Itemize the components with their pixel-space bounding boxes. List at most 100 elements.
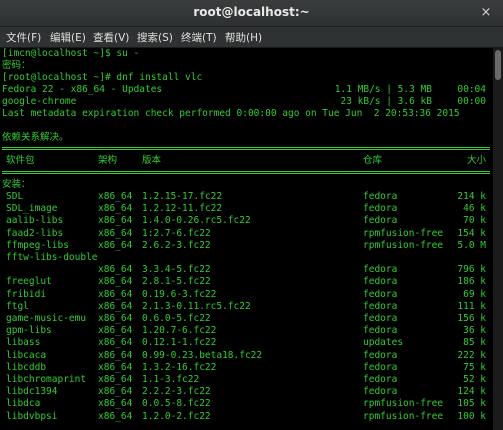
terminal-output[interactable]: [imcn@localhost ~]$ su - 密码： [root@local… bbox=[0, 48, 493, 430]
package-size: 75 k bbox=[463, 361, 486, 373]
package-row: gpm-libs x86_64 1.20.7-6.fc22 fedora 36 k bbox=[2, 325, 490, 337]
package-size: 222 k bbox=[457, 349, 486, 361]
package-name: SDL bbox=[6, 191, 24, 202]
package-name: fribidi bbox=[6, 288, 47, 300]
close-icon[interactable]: × bbox=[477, 4, 495, 22]
package-row: SDL_image x86_64 1.2.12-11.fc22 fedora 46 k bbox=[2, 203, 490, 215]
package-arch: x86_64 bbox=[98, 300, 133, 312]
package-version: 2.6.2-3.fc22 bbox=[142, 239, 211, 251]
package-size: 796 k bbox=[457, 264, 486, 276]
package-name: ffmpeg-libs bbox=[6, 239, 69, 251]
package-arch: x86_64 bbox=[98, 191, 133, 202]
package-size: 156 k bbox=[457, 313, 486, 324]
package-version: 1.2.0-2.fc22 bbox=[142, 410, 211, 422]
title-bar[interactable]: root@localhost:~ × bbox=[0, 0, 503, 27]
metadata-line: Last metadata expiration check performed… bbox=[2, 108, 460, 119]
package-repo: fedora bbox=[363, 276, 398, 288]
package-repo: fedora bbox=[363, 325, 398, 337]
package-name: SDL_image bbox=[6, 203, 58, 215]
repo-line: google-chrome 23 kB/s | 3.6 kB 00:00 bbox=[2, 96, 490, 108]
repo-speed: 1.1 MB/s | 5.3 MB bbox=[334, 84, 432, 95]
package-version: 0.6.0-5.fc22 bbox=[142, 313, 211, 324]
package-arch: x86_64 bbox=[98, 239, 133, 251]
package-row: libass x86_64 0.12.1-1.fc22 updates 85 k bbox=[2, 337, 490, 349]
scrollbar[interactable] bbox=[493, 48, 503, 430]
package-name: libass bbox=[6, 337, 41, 349]
menu-terminal[interactable]: 终端(T) bbox=[181, 30, 217, 45]
menu-view[interactable]: 查看(V) bbox=[93, 30, 129, 45]
package-name: faad2-libs bbox=[6, 227, 64, 239]
package-name: fftw-libs-double bbox=[6, 252, 98, 263]
package-size: 36 k bbox=[463, 325, 486, 337]
package-repo: fedora bbox=[363, 264, 398, 276]
package-version: 0.19.6-3.fc22 bbox=[142, 288, 217, 300]
package-name: aalib-libs bbox=[6, 215, 64, 227]
repo-name: Fedora 22 - x86_64 - Updates bbox=[2, 84, 163, 95]
menu-bar: 文件(F) 编辑(E) 查看(V) 搜索(S) 终端(T) 帮助(H) bbox=[0, 27, 503, 48]
package-row: SDL x86_64 1.2.15-17.fc22 fedora 214 k bbox=[2, 191, 490, 203]
package-row: game-music-emu x86_64 0.6.0-5.fc22 fedora 15… bbox=[2, 313, 490, 325]
package-name: gpm-libs bbox=[6, 325, 52, 337]
package-row: ftgl x86_64 2.1.3-0.11.rc5.fc22 fedora 111 k bbox=[2, 301, 490, 313]
package-name: libdca bbox=[6, 398, 41, 410]
package-arch: x86_64 bbox=[98, 374, 133, 385]
package-version: 1:2.7-6.fc22 bbox=[142, 227, 211, 239]
package-size: 124 k bbox=[457, 386, 486, 398]
package-size: 100 k bbox=[457, 410, 486, 422]
package-size: 52 k bbox=[463, 374, 486, 385]
package-name: libdc1394 bbox=[6, 386, 58, 398]
package-row: x86_64 3.3.4-5.fc22 fedora 796 k bbox=[2, 264, 490, 276]
package-arch: x86_64 bbox=[98, 349, 133, 361]
menu-search[interactable]: 搜索(S) bbox=[137, 30, 173, 45]
package-repo: rpmfusion-free bbox=[363, 227, 444, 239]
password-prompt: 密码： bbox=[2, 60, 31, 71]
menu-edit[interactable]: 编辑(E) bbox=[50, 30, 86, 45]
repo-time: 00:00 bbox=[457, 96, 486, 107]
scrollbar-thumb[interactable] bbox=[495, 50, 501, 80]
package-size: 46 k bbox=[463, 203, 486, 215]
package-name: libchromaprint bbox=[6, 374, 87, 385]
repo-name: google-chrome bbox=[2, 96, 77, 107]
package-row: libcddb x86_64 1.3.2-16.fc22 fedora 75 k bbox=[2, 362, 490, 374]
separator-double bbox=[2, 147, 490, 150]
package-row: fftw-libs-double bbox=[2, 252, 490, 264]
header-repo: 仓库 bbox=[363, 155, 383, 166]
package-version: 1.2.12-11.fc22 bbox=[142, 203, 223, 215]
header-size: 大小 bbox=[466, 155, 486, 166]
menu-help[interactable]: 帮助(H) bbox=[225, 30, 262, 45]
section-install: 安装： bbox=[2, 179, 31, 190]
package-version: 0.0.5-8.fc22 bbox=[142, 398, 211, 410]
package-row: libdca x86_64 0.0.5-8.fc22 rpmfusion-free 10… bbox=[2, 398, 490, 410]
header-version: 版本 bbox=[142, 155, 162, 166]
package-name: libcaca bbox=[6, 349, 47, 361]
package-size: 70 k bbox=[463, 215, 486, 227]
package-arch: x86_64 bbox=[98, 410, 133, 422]
package-repo: fedora bbox=[363, 349, 398, 361]
terminal-window: root@localhost:~ × 文件(F) 编辑(E) 查看(V) 搜索(… bbox=[0, 0, 503, 430]
package-repo: rpmfusion-free bbox=[363, 398, 444, 410]
repo-line: Fedora 22 - x86_64 - Updates 1.1 MB/s | … bbox=[2, 84, 490, 96]
package-size: 69 k bbox=[463, 288, 486, 300]
package-repo: updates bbox=[363, 337, 404, 349]
package-arch: x86_64 bbox=[98, 288, 133, 300]
table-header: 软件包 架构 版本 仓库 大小 bbox=[2, 155, 490, 167]
package-repo: rpmfusion-free bbox=[363, 239, 444, 251]
package-repo: fedora bbox=[363, 374, 398, 385]
package-size: 186 k bbox=[457, 276, 486, 288]
package-repo: fedora bbox=[363, 386, 398, 398]
package-row: aalib-libs x86_64 1.4.0-0.26.rc5.fc22 fedor… bbox=[2, 215, 490, 227]
repo-speed: 23 kB/s | 3.6 kB bbox=[340, 96, 432, 107]
package-version: 3.3.4-5.fc22 bbox=[142, 264, 211, 276]
package-repo: fedora bbox=[363, 300, 398, 312]
package-arch: x86_64 bbox=[98, 276, 133, 288]
menu-file[interactable]: 文件(F) bbox=[6, 30, 41, 45]
package-repo: fedora bbox=[363, 313, 398, 324]
separator-double bbox=[2, 171, 490, 174]
prompt-dnf: [root@localhost ~]# dnf install vlc bbox=[2, 72, 203, 83]
resolved-line: 依赖关系解决。 bbox=[2, 132, 69, 143]
package-row: faad2-libs x86_64 1:2.7-6.fc22 rpmfusion-fr… bbox=[2, 228, 490, 240]
package-repo: fedora bbox=[363, 288, 398, 300]
package-name: ftgl bbox=[6, 300, 29, 312]
package-row: fribidi x86_64 0.19.6-3.fc22 fedora 69 k bbox=[2, 289, 490, 301]
package-version: 1.2.15-17.fc22 bbox=[142, 191, 223, 202]
